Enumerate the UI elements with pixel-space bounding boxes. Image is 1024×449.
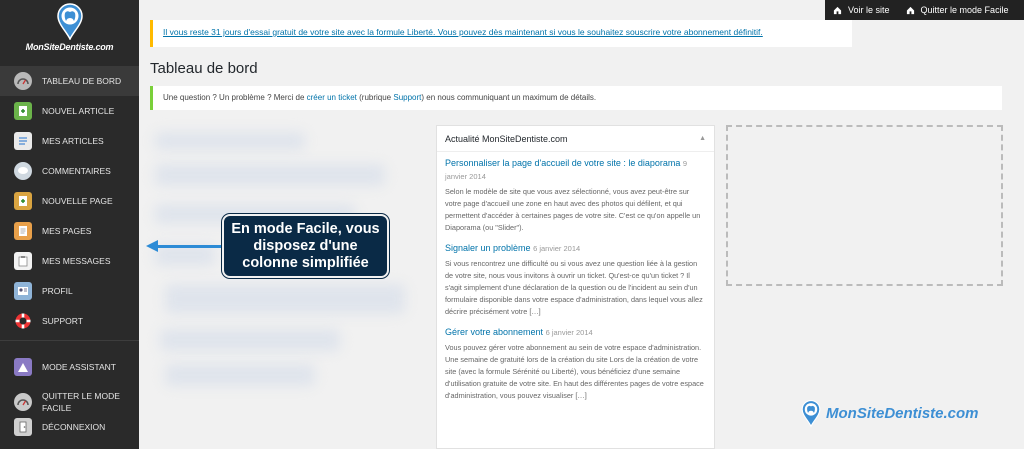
sidebar-item-label: PROFIL [42,286,73,296]
admin-topbar: Voir le site Quitter le mode Facile [825,0,1024,20]
sidebar-item-label: MES MESSAGES [42,256,111,266]
news-item-excerpt: Si vous rencontrez une difficulté ou si … [445,259,703,316]
help-notice: Une question ? Un problème ? Merci de cr… [150,86,1002,110]
sidebar-item-label: NOUVELLE PAGE [42,196,113,206]
sidebar-item-assistant-mode[interactable]: MODE ASSISTANT [0,352,139,382]
sidebar-divider [0,340,139,341]
news-widget: Actualité MonSiteDentiste.com ▲ Personna… [436,125,715,449]
news-item-title-link[interactable]: Gérer votre abonnement [445,327,543,337]
logo-text: MonSiteDentiste.com [25,42,114,52]
sidebar-item-label: NOUVEL ARTICLE [42,106,115,116]
news-item: Signaler un problème 6 janvier 2014 Si v… [445,242,706,318]
sidebar-item-label: TABLEAU DE BORD [42,76,122,86]
news-item: Gérer votre abonnement 6 janvier 2014 Vo… [445,326,706,402]
news-item-title-link[interactable]: Signaler un problème [445,243,531,253]
news-item-date: 6 janvier 2014 [545,328,593,337]
pages-icon [14,222,32,240]
sidebar-item-label: MES PAGES [42,226,92,236]
callout-line-3: colonne simplifiée [242,255,369,271]
brand-watermark: MonSiteDentiste.com [800,398,979,428]
support-lifebuoy-icon [14,312,32,330]
quit-easy-mode-label: Quitter le mode Facile [920,5,1009,15]
sidebar-item-label: MES ARTICLES [42,136,104,146]
view-site-link[interactable]: Voir le site [825,5,898,15]
profile-icon [14,282,32,300]
home-icon [906,6,914,14]
sidebar-item-my-messages[interactable]: MES MESSAGES [0,246,139,276]
sidebar-item-quit-easy-mode[interactable]: QUITTER LE MODE FACILE [0,387,139,417]
help-text-before: Une question ? Un problème ? Merci de [163,93,307,102]
annotation-callout: En mode Facile, vous disposez d'une colo… [222,214,389,278]
collapse-arrow-icon[interactable]: ▲ [699,135,706,142]
articles-icon [14,132,32,150]
quit-easy-mode-link[interactable]: Quitter le mode Facile [898,5,1017,15]
sidebar-item-label: MODE ASSISTANT [42,362,116,372]
callout-line-2: disposez d'une [253,238,358,254]
trial-notice: Il vous reste 31 jours d'essai gratuit d… [150,20,852,47]
page-title: Tableau de bord [150,60,258,77]
sidebar-item-dashboard[interactable]: TABLEAU DE BORD [0,66,139,96]
annotation-arrow-line [157,245,223,248]
comments-icon [14,162,32,180]
sidebar-item-new-article[interactable]: NOUVEL ARTICLE [0,96,139,126]
quit-easy-mode-icon [14,393,32,411]
callout-line-1: En mode Facile, vous [231,221,380,237]
news-item-title-link[interactable]: Personnaliser la page d'accueil de votre… [445,158,680,168]
news-item-excerpt: Vous pouvez gérer votre abonnement au se… [445,343,704,400]
sidebar-item-label: SUPPORT [42,316,83,326]
news-widget-title: Actualité MonSiteDentiste.com [445,133,568,144]
sidebar-item-label: QUITTER LE MODE FACILE [42,391,120,413]
sidebar-item-comments[interactable]: COMMENTAIRES [0,156,139,186]
tooth-pin-icon [801,399,821,428]
sidebar-item-logout[interactable]: DÉCONNEXION [0,415,139,439]
news-item-excerpt: Selon le modèle de site que vous avez sé… [445,187,701,232]
logout-icon [14,418,32,436]
sidebar-item-label: COMMENTAIRES [42,166,111,176]
news-widget-header: Actualité MonSiteDentiste.com ▲ [437,126,714,152]
news-item: Personnaliser la page d'accueil de votre… [445,157,706,234]
create-ticket-link[interactable]: créer un ticket [307,93,357,102]
sidebar-item-support[interactable]: SUPPORT [0,306,139,336]
sidebar-item-new-page[interactable]: NOUVELLE PAGE [0,186,139,216]
home-icon [833,6,842,14]
new-page-icon [14,192,32,210]
new-article-icon [14,102,32,120]
news-item-date: 6 janvier 2014 [533,244,581,253]
trial-subscribe-link[interactable]: Il vous reste 31 jours d'essai gratuit d… [163,27,763,37]
sidebar-item-profile[interactable]: PROFIL [0,276,139,306]
support-link[interactable]: Support [393,93,421,102]
sidebar-item-label: DÉCONNEXION [42,422,106,432]
help-text-after: ) en nous communiquant un maximum de dét… [421,93,597,102]
dashboard-icon [14,72,32,90]
sidebar-logo[interactable]: MonSiteDentiste.com [0,0,139,62]
help-text-middle: (rubrique [356,93,394,102]
tooth-pin-icon [56,3,83,40]
messages-icon [14,252,32,270]
sidebar-item-my-articles[interactable]: MES ARTICLES [0,126,139,156]
assistant-mode-icon [14,358,32,376]
view-site-label: Voir le site [848,5,890,15]
widget-drop-zone[interactable] [726,125,1003,286]
annotation-arrow-head [146,240,158,252]
admin-sidebar: MonSiteDentiste.com TABLEAU DE BORD NOUV… [0,0,139,449]
watermark-text: MonSiteDentiste.com [826,404,979,422]
sidebar-item-my-pages[interactable]: MES PAGES [0,216,139,246]
